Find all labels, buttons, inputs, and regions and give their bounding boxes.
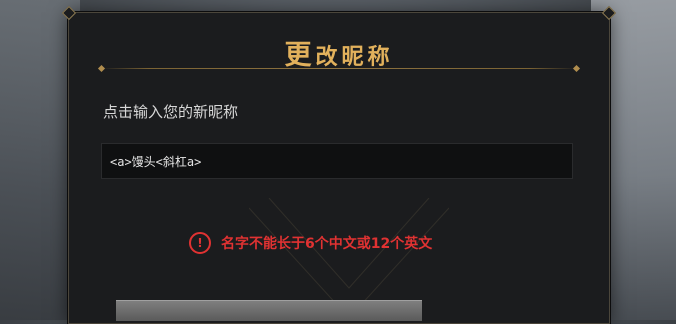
dialog-title: 更改昵称 bbox=[69, 33, 609, 72]
rename-dialog: 更改昵称 点击输入您的新昵称 <a>馒头<斜杠a> ! 名字不能长于6个中文或1… bbox=[61, 5, 617, 324]
input-prompt: 点击输入您的新昵称 bbox=[103, 103, 239, 121]
nickname-input[interactable]: <a>馒头<斜杠a> bbox=[101, 143, 573, 179]
title-divider bbox=[97, 64, 581, 73]
dialog-title-rest: 改昵称 bbox=[315, 44, 394, 70]
confirm-button[interactable] bbox=[116, 300, 422, 321]
error-message: 名字不能长于6个中文或12个英文 bbox=[221, 236, 433, 252]
error-message-row: ! 名字不能长于6个中文或12个英文 bbox=[189, 232, 432, 254]
warning-icon: ! bbox=[189, 232, 211, 254]
dialog-title-first-char: 更 bbox=[284, 40, 316, 71]
